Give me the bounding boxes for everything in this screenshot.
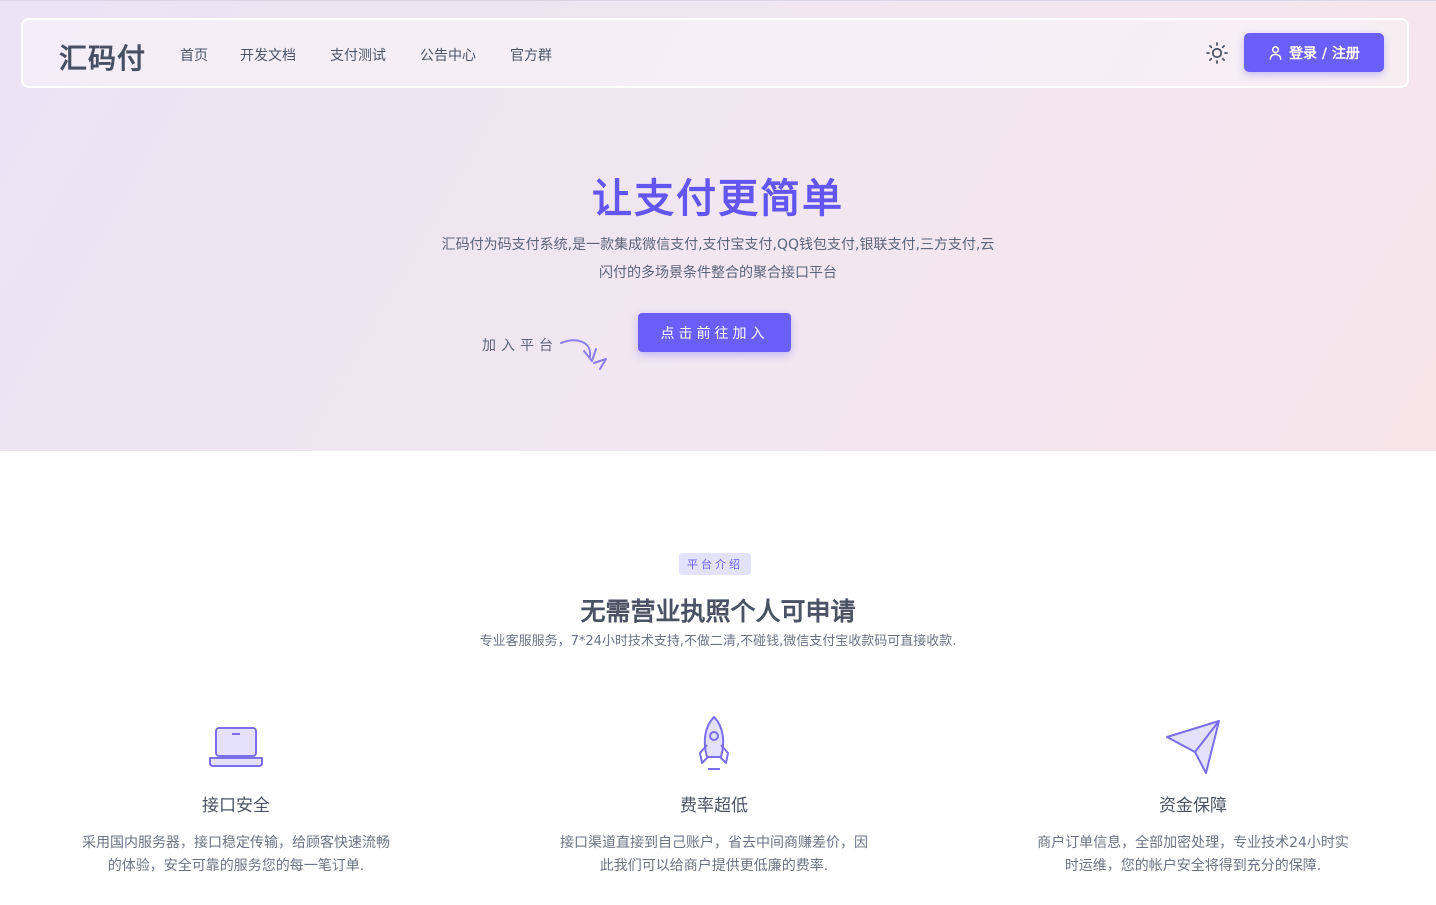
section-badge: 平台介绍 [679, 553, 751, 575]
login-register-label: 登录 / 注册 [1289, 45, 1360, 62]
feature-title: 资金保障 [1159, 796, 1227, 816]
paper-plane-icon [1166, 720, 1220, 774]
user-icon [1269, 46, 1282, 60]
feature-title: 费率超低 [680, 796, 748, 816]
feature-card-low-fee: 费率超低 接口渠道直接到自己账户，省去中间商赚差价，因此我们可以给商户提供更低廉… [554, 715, 874, 878]
feature-description: 商户订单信息，全部加密处理，专业技术24小时实时运维，您的帐户安全将得到充分的保… [1037, 835, 1349, 874]
hero-section: 汇码付 首页 开发文档 支付测试 公告中心 官方群 登录 / 注册 让支付更简单… [0, 0, 1436, 451]
feature-card-security: 接口安全 采用国内服务器，接口稳定传输，给顾客快速流畅的体验，安全可靠的服务您的… [76, 715, 396, 878]
brand-logo[interactable]: 汇码付 [59, 37, 146, 77]
hero-title: 让支付更简单 [592, 176, 844, 222]
login-register-button[interactable]: 登录 / 注册 [1244, 33, 1384, 72]
feature-title: 接口安全 [202, 796, 270, 816]
join-now-button[interactable]: 点击前往加入 [638, 313, 791, 352]
section-title: 无需营业执照个人可申请 [580, 597, 856, 626]
rocket-icon [699, 716, 729, 770]
join-platform-label: 加入平台 [482, 338, 558, 354]
top-navbar: 汇码付 首页 开发文档 支付测试 公告中心 官方群 登录 / 注册 [21, 18, 1409, 88]
feature-card-funds: 资金保障 商户订单信息，全部加密处理，专业技术24小时实时运维，您的帐户安全将得… [1033, 715, 1353, 878]
nav-payment-test[interactable]: 支付测试 [330, 45, 386, 65]
section-subtitle: 专业客服服务，7*24小时技术支持,不做二清,不碰钱,微信支付宝收款码可直接收款… [479, 634, 957, 649]
nav-docs[interactable]: 开发文档 [240, 45, 296, 65]
nav-announcements[interactable]: 公告中心 [420, 45, 476, 65]
nav-official-group[interactable]: 官方群 [510, 45, 552, 65]
laptop-icon [209, 727, 263, 767]
feature-description: 采用国内服务器，接口稳定传输，给顾客快速流畅的体验，安全可靠的服务您的每一笔订单… [82, 835, 390, 874]
curved-arrow-icon [560, 339, 607, 370]
nav-home[interactable]: 首页 [180, 45, 208, 65]
sun-icon[interactable] [1205, 41, 1229, 65]
hero-description: 汇码付为码支付系统,是一款集成微信支付,支付宝支付,QQ钱包支付,银联支付,三方… [441, 237, 995, 281]
feature-description: 接口渠道直接到自己账户，省去中间商赚差价，因此我们可以给商户提供更低廉的费率. [560, 835, 868, 874]
